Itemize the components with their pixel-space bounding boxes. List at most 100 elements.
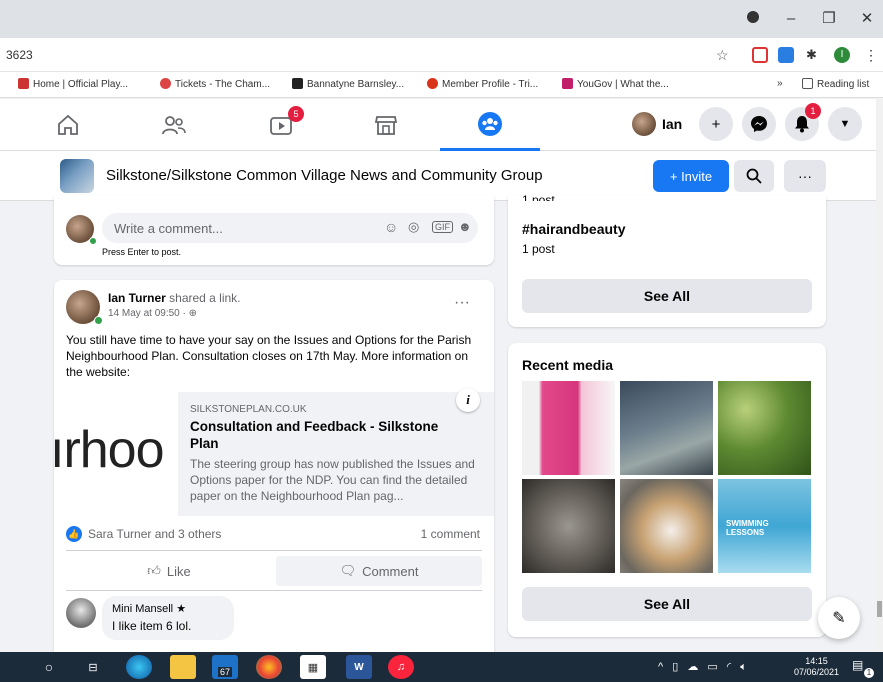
link-description: The steering group has now published the… xyxy=(190,457,475,503)
nav-groups-tab[interactable] xyxy=(440,99,540,151)
word-icon[interactable]: W xyxy=(346,655,372,679)
address-bar: 3623 ☆ ✱ I ⋮ xyxy=(0,38,883,72)
search-icon[interactable]: ○ xyxy=(36,655,62,679)
reading-list-button[interactable]: Reading list xyxy=(802,78,869,90)
minimize-icon[interactable]: – xyxy=(780,8,802,30)
commenter-name[interactable]: Mini Mansell ★ xyxy=(112,602,186,615)
more-options-button[interactable]: ··· xyxy=(784,160,826,192)
group-title[interactable]: Silkstone/Silkstone Common Village News … xyxy=(106,167,543,184)
extensions-puzzle-icon[interactable]: ✱ xyxy=(806,47,822,63)
recent-media-title: Recent media xyxy=(522,357,614,373)
group-cover-thumbnail[interactable] xyxy=(60,159,94,193)
nav-watch-tab[interactable]: 5 xyxy=(232,99,332,151)
press-enter-hint: Press Enter to post. xyxy=(102,247,182,257)
comments-count[interactable]: 1 comment xyxy=(421,527,480,541)
search-button[interactable] xyxy=(734,160,774,192)
extension-zoom-icon[interactable] xyxy=(778,47,794,63)
media-thumbnail[interactable] xyxy=(522,381,615,475)
scrollbar-track[interactable] xyxy=(876,99,883,652)
media-thumbnail[interactable]: SWIMMING LESSONS xyxy=(718,479,811,573)
bookmarks-overflow-button[interactable]: » xyxy=(777,78,783,89)
reactions-summary[interactable]: 👍 Sara Turner and 3 others xyxy=(66,526,221,542)
account-menu-button[interactable]: ▼ xyxy=(828,107,862,141)
clock-time: 14:15 xyxy=(805,656,828,666)
url-text[interactable]: 3623 xyxy=(6,48,33,62)
clock-date: 07/06/2021 xyxy=(793,667,839,677)
edge-icon[interactable] xyxy=(126,655,152,679)
file-explorer-icon[interactable] xyxy=(170,655,196,679)
messenger-icon xyxy=(751,116,767,132)
media-thumbnail[interactable] xyxy=(620,381,713,475)
profile-chip[interactable]: Ian xyxy=(632,109,682,139)
emoji-icon[interactable]: ☺ xyxy=(384,219,398,235)
nav-home-tab[interactable] xyxy=(18,99,118,151)
windows-taskbar: ○ ⊟ 67 ▦ W ♫ ^ ▯ ☁ ▭ ◜ 🔈︎ 14:15 07/06/20… xyxy=(0,652,883,682)
friends-icon xyxy=(162,116,186,135)
user-name: Ian xyxy=(662,116,683,132)
restore-icon[interactable]: ❐ xyxy=(818,8,840,30)
onedrive-icon: ☁ xyxy=(687,661,699,673)
clock[interactable]: 14:15 07/06/2021 xyxy=(794,656,839,678)
itunes-icon[interactable]: ♫ xyxy=(388,655,414,679)
account-circle-icon[interactable] xyxy=(742,8,764,30)
post-timestamp[interactable]: 14 May at 09:50 · ⊕ xyxy=(108,308,197,319)
camera-icon[interactable]: ◎ xyxy=(408,219,419,235)
invite-button[interactable]: + Invite xyxy=(653,160,729,192)
gif-icon[interactable]: GIF xyxy=(432,221,453,233)
extension-pocket-icon[interactable] xyxy=(752,47,768,63)
hashtags-card: 1 post #hairandbeauty 1 post See All xyxy=(508,193,826,327)
comment-input[interactable]: Write a comment... ☺ ◎ GIF ☻ xyxy=(102,213,478,243)
media-thumbnail[interactable] xyxy=(522,479,615,573)
bookmark-item[interactable]: Member Profile - Tri... xyxy=(427,78,538,90)
media-grid: SWIMMING LESSONS xyxy=(522,381,812,573)
thumbnail-text: ırhoo xyxy=(54,421,165,479)
post-options-icon[interactable]: ··· xyxy=(454,294,470,312)
see-all-hashtags-button[interactable]: See All xyxy=(522,279,812,313)
author-name[interactable]: Ian Turner xyxy=(108,291,166,305)
new-message-button[interactable]: ✎ xyxy=(818,597,860,639)
mail-icon[interactable]: 67 xyxy=(212,655,238,679)
hashtag-label[interactable]: #hairandbeauty xyxy=(522,221,625,237)
media-thumbnail[interactable] xyxy=(718,381,811,475)
bookmarks-bar: Home | Official Play... Tickets - The Ch… xyxy=(0,72,883,98)
compose-icon: ✎ xyxy=(832,610,846,627)
link-domain: SILKSTONEPLAN.CO.UK xyxy=(190,404,307,415)
commenter-avatar[interactable] xyxy=(66,598,96,628)
post-count-fragment: 1 post xyxy=(522,193,555,201)
notifications-button[interactable]: 1 xyxy=(785,103,821,141)
bookmark-item[interactable]: Bannatyne Barnsley... xyxy=(292,78,404,90)
see-all-media-button[interactable]: See All xyxy=(522,587,812,621)
link-preview[interactable]: ırhoo SILKSTONEPLAN.CO.UK Consultation a… xyxy=(54,388,494,516)
previous-post-comment-card: Write a comment... ☺ ◎ GIF ☻ Press Enter… xyxy=(54,195,494,265)
comment-bubble: Mini Mansell ★ I like item 6 lol. xyxy=(102,596,234,640)
info-icon[interactable]: i xyxy=(456,388,480,412)
sticker-icon[interactable]: ☻ xyxy=(458,219,472,234)
comment-button[interactable]: 🗨︎ Comment xyxy=(276,556,482,586)
close-icon[interactable]: ✕ xyxy=(856,8,878,30)
groups-icon xyxy=(478,111,502,136)
store-icon[interactable]: ▦ xyxy=(300,655,326,679)
bookmark-item[interactable]: YouGov | What the... xyxy=(562,78,669,90)
post-action: shared a link. xyxy=(169,291,241,305)
task-view-icon[interactable]: ⊟ xyxy=(80,655,106,679)
like-button[interactable]: 👍︎ Like xyxy=(66,556,272,586)
media-thumbnail[interactable] xyxy=(620,479,713,573)
bookmark-item[interactable]: Tickets - The Cham... xyxy=(160,78,270,90)
online-dot xyxy=(89,237,97,245)
bookmark-item[interactable]: Home | Official Play... xyxy=(18,78,128,90)
messenger-button[interactable] xyxy=(742,107,776,141)
divider xyxy=(66,550,482,551)
nav-friends-tab[interactable] xyxy=(124,99,224,151)
avatar xyxy=(632,112,656,136)
bookmark-star-icon[interactable]: ☆ xyxy=(716,47,732,63)
chrome-icon[interactable] xyxy=(256,655,282,679)
chrome-menu-icon[interactable]: ⋮ xyxy=(864,47,880,63)
system-tray[interactable]: ^ ▯ ☁ ▭ ◜ 🔈︎ xyxy=(658,660,747,674)
create-button[interactable]: + xyxy=(699,107,733,141)
profile-avatar-icon[interactable]: I xyxy=(834,47,850,63)
chevron-up-icon: ^ xyxy=(658,661,664,673)
plus-icon: + xyxy=(711,115,721,133)
scrollbar-thumb[interactable] xyxy=(877,601,882,617)
action-center-icon[interactable]: ▤ 1 xyxy=(852,658,874,678)
nav-marketplace-tab[interactable] xyxy=(336,99,436,151)
